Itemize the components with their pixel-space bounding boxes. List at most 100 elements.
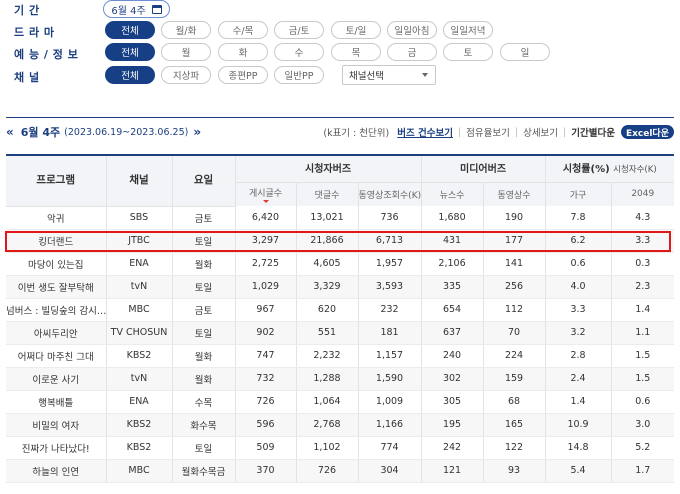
channel-option-terrestrial[interactable]: 지상파 <box>161 66 211 84</box>
cell-news: 637 <box>421 321 484 345</box>
chevron-down-icon <box>422 73 428 77</box>
table-row[interactable]: 어쩌다 마주친 그대 KBS2 월화 747 2,232 1,157 240 224 2.8 1.… <box>6 344 675 368</box>
cell-posts: 747 <box>235 344 297 368</box>
cell-household: 5.4 <box>545 459 612 483</box>
cell-household: 2.8 <box>545 344 612 368</box>
variety-option-sat[interactable]: 토 <box>443 43 493 61</box>
table-row[interactable]: 넘버스 : 빌딩숲의 감시… MBC 금토 967 620 232 654 112 3.3 1.4 <box>6 298 675 322</box>
week-title: 6월 4주 <box>20 126 61 139</box>
group-media-buzz: 미디어버즈 <box>421 154 546 183</box>
cell-posts: 726 <box>235 390 297 414</box>
drama-option-fri-sat[interactable]: 금/토 <box>274 21 324 39</box>
drama-option-mon-tue[interactable]: 월/화 <box>161 21 211 39</box>
drama-option-wed-thu[interactable]: 수/목 <box>218 21 268 39</box>
cell-video-views: 3,593 <box>358 275 422 299</box>
table-row[interactable]: 악귀 SBS 금토 6,420 13,021 736 1,680 190 7.8 4.3 <box>6 206 675 230</box>
cell-r2049: 2.3 <box>611 275 675 299</box>
variety-option-tue[interactable]: 화 <box>218 43 268 61</box>
table-row[interactable]: 마당이 있는집 ENA 월화 2,725 4,605 1,957 2,106 141 0.6 0.… <box>6 252 675 276</box>
drama-option-sat-sun[interactable]: 토/일 <box>331 21 381 39</box>
cell-program[interactable]: 넘버스 : 빌딩숲의 감시… <box>6 298 107 322</box>
channel-select[interactable]: 채널선택 <box>342 65 436 85</box>
table-row[interactable]: 아씨두리안 TV CHOSUN 토일 902 551 181 637 70 3.2 1.1 <box>6 321 675 345</box>
variety-option-thu[interactable]: 목 <box>331 43 381 61</box>
cell-program[interactable]: 진짜가 나타났다! <box>6 436 107 460</box>
col-program: 프로그램 <box>6 154 107 207</box>
drama-option-daily-evening[interactable]: 일일저녁 <box>443 21 493 39</box>
cell-program[interactable]: 마당이 있는집 <box>6 252 107 276</box>
cell-program[interactable]: 이번 생도 잘부탁해 <box>6 275 107 299</box>
sub-header-news[interactable]: 뉴스수 <box>421 182 484 206</box>
cell-program[interactable]: 이로운 사기 <box>6 367 107 391</box>
cell-program[interactable]: 악귀 <box>6 206 107 230</box>
cell-day: 금토 <box>172 206 236 230</box>
cell-comments: 13,021 <box>296 206 359 230</box>
variety-option-mon[interactable]: 월 <box>161 43 211 61</box>
col-day: 요일 <box>172 154 236 207</box>
cell-household: 14.8 <box>545 436 612 460</box>
table-row[interactable]: 행복배틀 ENA 수목 726 1,064 1,009 305 68 1.4 0.6 <box>6 390 675 414</box>
cell-channel: KBS2 <box>106 344 173 368</box>
sub-header-comments[interactable]: 댓글수 <box>296 182 359 206</box>
channel-option-all[interactable]: 전체 <box>105 66 155 84</box>
cell-program[interactable]: 어쩌다 마주친 그대 <box>6 344 107 368</box>
cell-video-views: 1,009 <box>358 390 422 414</box>
cell-video-views: 1,166 <box>358 413 422 437</box>
cell-household: 10.9 <box>545 413 612 437</box>
cell-videos: 68 <box>483 390 546 414</box>
cell-household: 3.3 <box>545 298 612 322</box>
drama-option-all[interactable]: 전체 <box>105 21 155 39</box>
cell-videos: 190 <box>483 206 546 230</box>
cell-news: 1,680 <box>421 206 484 230</box>
cell-videos: 141 <box>483 252 546 276</box>
cell-program[interactable]: 킹더랜드 <box>6 229 107 253</box>
view-buzz-count[interactable]: 버즈 건수보기 <box>397 125 453 139</box>
excel-download-button[interactable]: Excel다운 <box>620 125 674 139</box>
cell-day: 토일 <box>172 275 236 299</box>
sub-header-video-views[interactable]: 동영상조회수(K) <box>358 182 422 206</box>
cell-program[interactable]: 비밀의 여자 <box>6 413 107 437</box>
cell-videos: 224 <box>483 344 546 368</box>
col-channel: 채널 <box>106 154 173 207</box>
channel-option-cable-pp[interactable]: 일반PP <box>274 66 324 84</box>
cell-video-views: 232 <box>358 298 422 322</box>
table-row[interactable]: 진짜가 나타났다! KBS2 토일 509 1,102 774 242 122 14.8 5.2 <box>6 436 675 460</box>
cell-day: 금토 <box>172 298 236 322</box>
table-row[interactable]: 킹더랜드 JTBC 토일 3,297 21,866 6,713 431 177 6.2 3.3 <box>6 229 675 253</box>
variety-option-fri[interactable]: 금 <box>387 43 437 61</box>
channel-option-general-pp[interactable]: 종편PP <box>218 66 268 84</box>
week-selector[interactable]: 6월 4주 <box>103 0 170 18</box>
cell-videos: 70 <box>483 321 546 345</box>
next-week-icon[interactable]: » <box>193 125 201 139</box>
cell-channel: MBC <box>106 459 173 483</box>
table-row[interactable]: 비밀의 여자 KBS2 화수목 596 2,768 1,166 195 165 10.9 3.0 <box>6 413 675 437</box>
filter-panel: 기 간 6월 4주 드 라 마 전체 월/화 수/목 금/토 토/일 일일아침 … <box>0 0 680 92</box>
prev-week-icon[interactable]: « <box>6 125 14 139</box>
cell-posts: 6,420 <box>235 206 297 230</box>
cell-news: 195 <box>421 413 484 437</box>
sub-header-2049[interactable]: 2049 <box>611 182 675 206</box>
variety-option-sun[interactable]: 일 <box>500 43 550 61</box>
cell-channel: JTBC <box>106 229 173 253</box>
table-row[interactable]: 하늘의 인연 MBC 월화수목금 370 726 304 121 93 5.4 1.7 <box>6 459 675 483</box>
cell-household: 0.6 <box>545 252 612 276</box>
cell-video-views: 1,157 <box>358 344 422 368</box>
period-label: 기 간 <box>14 4 40 17</box>
cell-program[interactable]: 아씨두리안 <box>6 321 107 345</box>
ratings-table: 프로그램 채널 요일 시청자버즈 미디어버즈 시청률(%) 시청자수(K) 게시… <box>6 154 675 483</box>
cell-channel: ENA <box>106 390 173 414</box>
table-row[interactable]: 이로운 사기 tvN 월화 732 1,288 1,590 302 159 2.4 1.5 <box>6 367 675 391</box>
view-detail[interactable]: 상세보기 <box>523 125 558 139</box>
sub-header-videos[interactable]: 동영상수 <box>483 182 546 206</box>
variety-option-all[interactable]: 전체 <box>105 43 155 61</box>
table-row[interactable]: 이번 생도 잘부탁해 tvN 토일 1,029 3,329 3,593 335 256 4.0 2… <box>6 275 675 299</box>
sub-header-posts[interactable]: 게시글수 <box>235 182 297 206</box>
drama-option-daily-morning[interactable]: 일일아침 <box>387 21 437 39</box>
cell-program[interactable]: 하늘의 인연 <box>6 459 107 483</box>
sub-header-household[interactable]: 가구 <box>545 182 612 206</box>
period-download[interactable]: 기간별다운 <box>571 125 615 139</box>
cell-comments: 3,329 <box>296 275 359 299</box>
view-share[interactable]: 점유율보기 <box>466 125 510 139</box>
variety-option-wed[interactable]: 수 <box>274 43 324 61</box>
cell-program[interactable]: 행복배틀 <box>6 390 107 414</box>
